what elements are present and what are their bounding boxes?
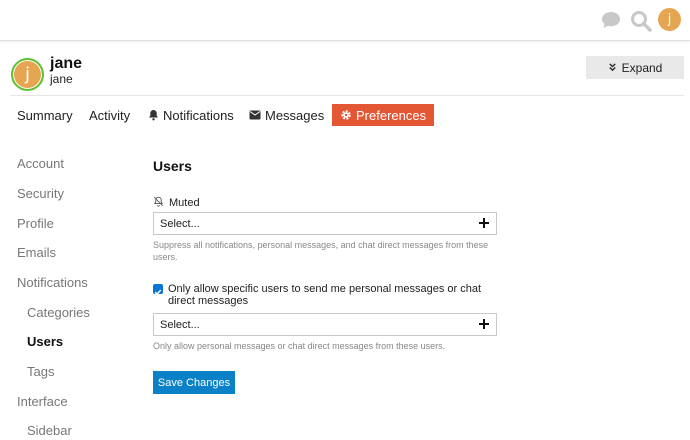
gear-icon bbox=[340, 109, 352, 121]
user-avatar: j bbox=[11, 58, 44, 91]
select-placeholder: Select... bbox=[160, 217, 200, 230]
tab-summary[interactable]: Summary bbox=[17, 104, 73, 126]
user-username: jane bbox=[50, 72, 73, 86]
tab-label: Preferences bbox=[356, 107, 427, 123]
tab-label: Messages bbox=[265, 107, 325, 123]
save-changes-button[interactable]: Save Changes bbox=[153, 371, 235, 394]
sidebar-item-account[interactable]: Account bbox=[17, 156, 64, 171]
plus-icon[interactable] bbox=[477, 216, 491, 230]
sidebar-item-tags[interactable]: Tags bbox=[27, 364, 54, 379]
expand-button[interactable]: Expand bbox=[586, 56, 684, 79]
bell-slash-icon bbox=[153, 196, 164, 210]
select-placeholder: Select... bbox=[160, 318, 200, 331]
tab-label: Notifications bbox=[163, 107, 234, 123]
tab-messages[interactable]: Messages bbox=[249, 104, 324, 126]
sidebar-item-notifications[interactable]: Notifications bbox=[17, 275, 88, 290]
user-display-name: jane bbox=[50, 55, 83, 72]
header-divider bbox=[10, 95, 684, 96]
top-header: j bbox=[0, 0, 690, 41]
chat-bubble-icon[interactable] bbox=[600, 10, 624, 32]
sidebar-item-categories[interactable]: Categories bbox=[27, 305, 90, 320]
muted-users-select[interactable]: Select... bbox=[153, 212, 497, 235]
tab-notifications[interactable]: Notifications bbox=[148, 104, 234, 126]
chevrons-down-icon bbox=[608, 61, 617, 75]
sidebar-item-interface[interactable]: Interface bbox=[17, 394, 68, 409]
plus-icon[interactable] bbox=[477, 317, 491, 331]
allowed-users-select[interactable]: Select... bbox=[153, 313, 497, 336]
allowed-users-help-text: Only allow personal messages or chat dir… bbox=[153, 341, 446, 351]
search-icon[interactable] bbox=[629, 9, 653, 33]
muted-help-text: Suppress all notifications, personal mes… bbox=[153, 240, 489, 262]
allow-specific-users-label[interactable]: Only allow specific users to send me per… bbox=[168, 283, 498, 307]
sidebar-item-profile[interactable]: Profile bbox=[17, 216, 54, 231]
tab-label: Activity bbox=[89, 107, 131, 123]
sidebar-item-security[interactable]: Security bbox=[17, 186, 64, 201]
muted-label: Muted bbox=[153, 196, 200, 210]
tab-activity[interactable]: Activity bbox=[89, 104, 130, 126]
current-user-avatar[interactable]: j bbox=[658, 8, 681, 31]
expand-label: Expand bbox=[621, 60, 663, 75]
tab-preferences[interactable]: Preferences bbox=[332, 104, 435, 126]
section-title: Users bbox=[153, 158, 192, 174]
sidebar-item-emails[interactable]: Emails bbox=[17, 245, 56, 260]
allow-specific-users-checkbox[interactable] bbox=[153, 284, 163, 296]
muted-label-text: Muted bbox=[169, 197, 200, 209]
sidebar-item-users[interactable]: Users bbox=[27, 334, 63, 349]
bell-icon bbox=[148, 109, 159, 121]
envelope-icon bbox=[249, 110, 261, 120]
sidebar-item-sidebar[interactable]: Sidebar bbox=[27, 423, 72, 438]
tab-label: Summary bbox=[17, 107, 73, 123]
